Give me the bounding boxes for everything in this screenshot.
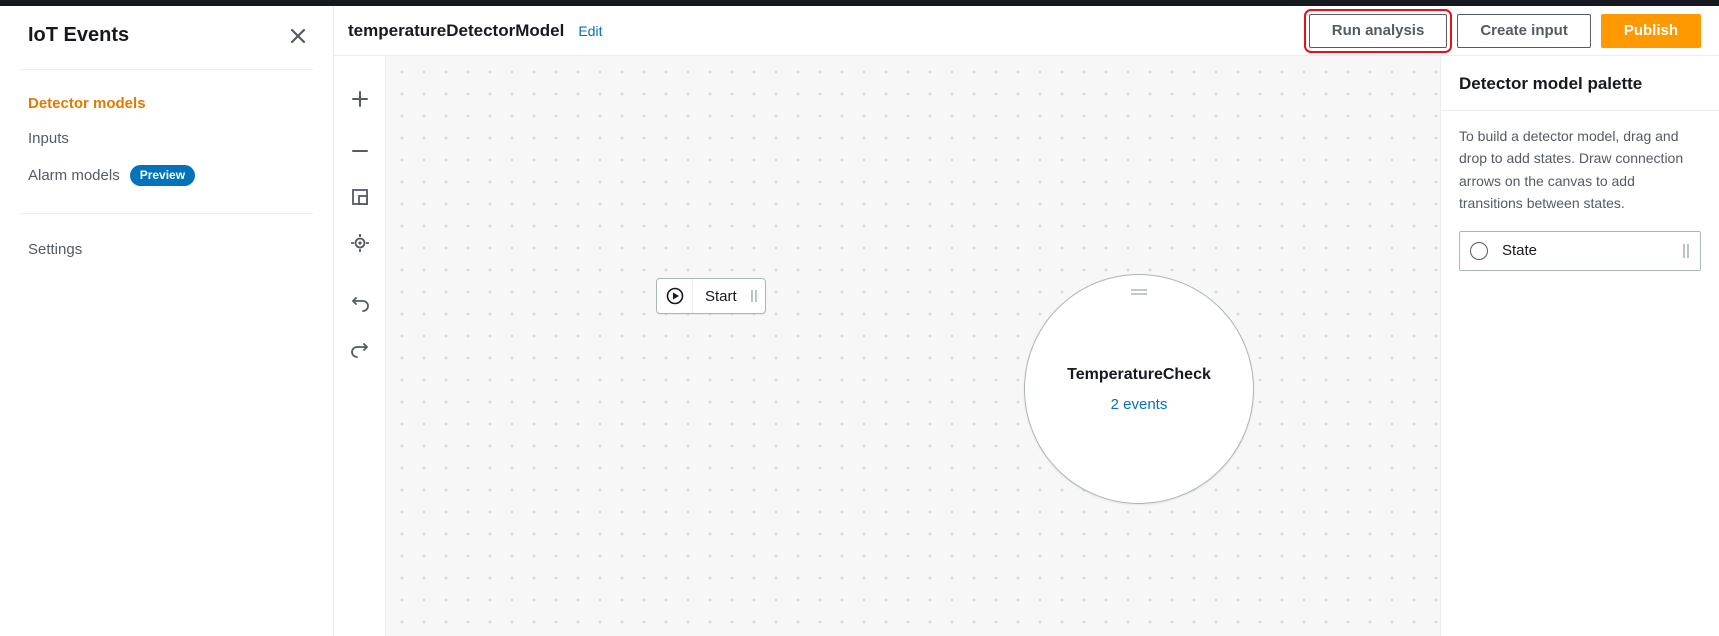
nav-settings[interactable]: Settings [0,232,333,267]
model-name: temperatureDetectorModel [348,21,564,41]
nav-settings-label: Settings [28,241,82,258]
palette-title: Detector model palette [1459,74,1701,94]
drag-handle-icon[interactable] [749,288,765,304]
redo-button[interactable] [334,326,386,372]
undo-button[interactable] [334,280,386,326]
start-label: Start [693,288,749,305]
nav-detector-models[interactable]: Detector models [0,86,333,121]
nav-detector-models-label: Detector models [28,95,146,112]
nav-inputs[interactable]: Inputs [0,121,333,156]
palette-help-text: To build a detector model, drag and drop… [1459,125,1701,215]
edit-link[interactable]: Edit [578,23,602,39]
main: temperatureDetectorModel Edit Run analys… [334,6,1719,636]
palette-item-label: State [1502,242,1668,259]
sidebar-nav: Detector models Inputs Alarm models Prev… [0,70,333,267]
publish-button[interactable]: Publish [1601,14,1701,48]
toolbar: temperatureDetectorModel Edit Run analys… [334,6,1719,56]
close-icon[interactable] [289,27,307,45]
zoom-in-button[interactable] [334,76,386,122]
state-node[interactable]: TemperatureCheck 2 events [1024,274,1254,504]
state-events-link[interactable]: 2 events [1111,396,1168,413]
nav-inputs-label: Inputs [28,130,69,147]
center-button[interactable] [334,220,386,266]
canvas-wrap: Start TemperatureCheck 2 events [334,56,1441,636]
drag-handle-icon [1682,242,1690,260]
app-root: IoT Events Detector models Inputs Alarm … [0,6,1719,636]
workspace: Start TemperatureCheck 2 events [334,56,1719,636]
palette-item-state[interactable]: State [1459,231,1701,271]
divider [1441,110,1719,111]
nav-alarm-models-label: Alarm models [28,167,120,184]
fit-button[interactable] [334,174,386,220]
start-node[interactable]: Start [656,278,766,314]
start-icon [657,279,693,313]
divider [20,213,313,214]
palette: Detector model palette To build a detect… [1441,56,1719,636]
state-name: TemperatureCheck [1067,366,1211,384]
canvas[interactable]: Start TemperatureCheck 2 events [386,56,1441,636]
create-input-button[interactable]: Create input [1457,14,1591,48]
nav-alarm-models[interactable]: Alarm models Preview [0,156,333,195]
sidebar-header: IoT Events [0,24,333,69]
state-icon [1470,242,1488,260]
preview-badge: Preview [130,165,195,186]
run-analysis-button[interactable]: Run analysis [1309,14,1448,48]
sidebar-title: IoT Events [28,24,129,47]
sidebar: IoT Events Detector models Inputs Alarm … [0,6,334,636]
zoom-out-button[interactable] [334,128,386,174]
canvas-controls [334,56,386,636]
drag-handle-icon[interactable] [1130,289,1148,295]
transition-arrow [386,56,686,206]
